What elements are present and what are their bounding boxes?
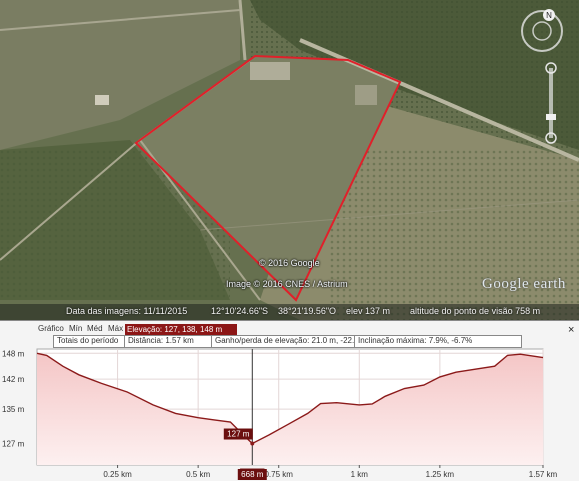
eye-altitude: altitude do ponto de visão 758 m — [410, 306, 541, 316]
x-tick-label: 0.5 km — [186, 470, 210, 479]
x-tick-label: 0.25 km — [103, 470, 132, 479]
y-tick-label: 127 m — [2, 440, 25, 449]
imagery-date: Data das imagens: 11/11/2015 — [66, 306, 188, 316]
x-tick-label: 1 km — [351, 470, 369, 479]
google-earth-logo: Google earth — [482, 276, 566, 292]
min-label: Mín — [69, 324, 83, 333]
y-tick-label: 148 m — [2, 349, 25, 358]
x-tick-label: 0.75 km — [264, 470, 293, 479]
status-bar: Data das imagens: 11/11/2015 12°10'24.66… — [0, 304, 579, 320]
x-tick-label: 1.25 km — [426, 470, 455, 479]
elevation-chart[interactable]: 148 m 142 m 135 m 127 m 0.25 km 0.5 km 0.75 km… — [0, 347, 579, 481]
elevation-selector[interactable]: Elevação: 127, 138, 148 m — [125, 324, 237, 335]
compass-icon[interactable]: N — [519, 8, 565, 54]
x-tick-label: 1.57 km — [529, 470, 558, 479]
profile-legend-row: Gráfico Mín Méd Máx Elevação: 127, 138, … — [0, 323, 579, 336]
cursor-elevation-label: 127 m — [227, 430, 250, 439]
imagery-credit: Image © 2016 CNES / Astrium — [226, 279, 348, 289]
latitude: 12°10'24.66"S — [211, 306, 269, 316]
copyright-label: © 2016 Google — [259, 258, 320, 268]
graph-label: Gráfico — [38, 324, 64, 333]
y-tick-label: 135 m — [2, 405, 25, 414]
profile-totals-row: Totais do período Distância: 1.57 km Gan… — [0, 335, 579, 348]
max-label: Máx — [108, 324, 124, 333]
y-tick-label: 142 m — [2, 375, 25, 384]
zoom-slider-icon[interactable] — [544, 62, 558, 144]
longitude: 38°21'19.56"O — [278, 306, 337, 316]
cursor-point — [250, 441, 255, 446]
elevation-readout: elev 137 m — [346, 306, 391, 316]
max-slope-label: Inclinação máxima: 7.9%, -6.7% — [358, 336, 473, 345]
elevation-chart-svg[interactable]: 148 m 142 m 135 m 127 m 0.25 km 0.5 km 0.75 km… — [0, 347, 579, 481]
map-view[interactable]: N © 2016 Google Image © 2016 CNES / Astr… — [0, 0, 579, 320]
elevation-profile-panel: Gráfico Mín Méd Máx Elevação: 127, 138, … — [0, 320, 579, 481]
avg-label: Méd — [87, 324, 103, 333]
gain-loss-label: Ganho/perda de elevação: 21.0 m, -22.9 m — [215, 336, 368, 345]
cursor-distance-label: 668 m — [241, 470, 264, 479]
totals-label: Totais do período — [57, 336, 119, 345]
distance-label: Distância: 1.57 km — [128, 336, 194, 345]
satellite-imagery — [0, 0, 579, 320]
compass-north-label: N — [546, 11, 552, 20]
